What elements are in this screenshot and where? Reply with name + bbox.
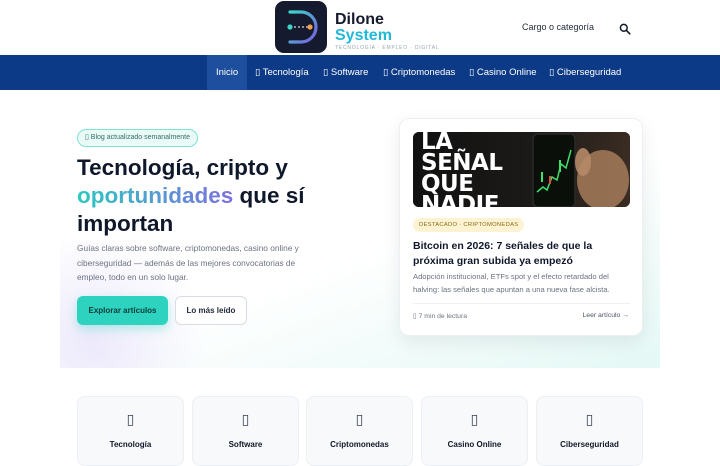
nav-item-criptomonedas[interactable]: ▯ Criptomonedas: [383, 55, 455, 90]
category-card-software[interactable]: ▯ Software: [192, 396, 299, 466]
featured-article-description: Adopción institucional, ETFs spot y el e…: [413, 272, 610, 294]
category-icon: ▯: [355, 411, 364, 427]
card-divider: [413, 303, 630, 304]
hero-title-highlight: oportunidades: [77, 183, 234, 208]
featured-article-card[interactable]: LA SEÑAL QUE NADIE VIO DESTACADO · CRIPT…: [399, 118, 643, 336]
explore-articles-button[interactable]: Explorar artículos: [77, 296, 168, 325]
brand-name-line2: System: [335, 27, 392, 44]
nav-item-software[interactable]: ▯ Software: [323, 55, 368, 90]
most-read-button[interactable]: Lo más leído: [175, 296, 247, 325]
featured-article-title[interactable]: Bitcoin en 2026: 7 señales de que la pró…: [413, 239, 635, 269]
category-icon: ▯: [241, 411, 250, 427]
category-card-tecnologia[interactable]: ▯ Tecnología: [77, 396, 184, 466]
category-card-casino-online[interactable]: ▯ Casino Online: [421, 396, 528, 466]
brand-wordmark[interactable]: Dilone System TECNOLOGÍA · EMPLEO · DIGI…: [335, 11, 440, 52]
category-card-ciberseguridad[interactable]: ▯ Ciberseguridad: [536, 396, 643, 466]
nav-item-inicio[interactable]: Inicio: [207, 55, 248, 90]
featured-category-tag: DESTACADO · CRIPTOMONEDAS: [413, 218, 525, 232]
category-label: Tecnología: [109, 440, 152, 449]
featured-article-image[interactable]: LA SEÑAL QUE NADIE VIO: [413, 132, 630, 207]
nav-item-casino-online[interactable]: ▯ Casino Online: [469, 55, 537, 90]
category-label: Software: [228, 440, 263, 449]
nav-item-tecnologia[interactable]: ▯ Tecnología: [255, 55, 309, 90]
category-card-criptomonedas[interactable]: ▯ Criptomonedas: [306, 396, 413, 466]
hero-title: Tecnología, cripto y oportunidades que s…: [77, 154, 377, 238]
search-icon[interactable]: [619, 22, 631, 35]
category-link[interactable]: Cargo o categoría: [522, 22, 594, 32]
read-article-link[interactable]: Leer artículo →: [583, 312, 629, 319]
main-nav: Inicio ▯ Tecnología ▯ Software ▯ Criptom…: [0, 55, 720, 90]
category-icon: ▯: [585, 411, 594, 427]
logo-icon[interactable]: [275, 1, 327, 53]
brand-tagline: TECNOLOGÍA · EMPLEO · DIGITAL: [335, 45, 440, 51]
featured-image-caption: LA SEÑAL QUE NADIE VIO: [421, 132, 503, 207]
read-time: ▯ 7 min de lectura: [413, 313, 467, 320]
category-label: Ciberseguridad: [560, 440, 619, 449]
hero-title-part1: Tecnología, cripto y: [77, 155, 288, 180]
nav-item-ciberseguridad[interactable]: ▯ Ciberseguridad: [549, 55, 621, 90]
category-icon: ▯: [126, 411, 135, 427]
category-icon: ▯: [470, 411, 479, 427]
category-label: Criptomonedas: [330, 440, 389, 449]
site-header: Dilone System TECNOLOGÍA · EMPLEO · DIGI…: [0, 0, 720, 55]
hero-subtitle: Guías claras sobre software, criptomoned…: [77, 243, 299, 282]
brand-name-line1: Dilone: [335, 11, 384, 28]
update-badge: ▯ Blog actualizado semanalmente: [77, 129, 199, 147]
category-label: Casino Online: [447, 440, 502, 449]
